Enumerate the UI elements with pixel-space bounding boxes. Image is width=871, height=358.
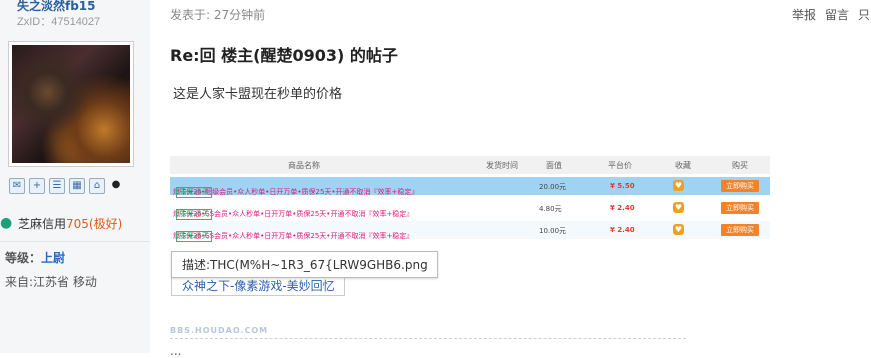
credit-label: 芝麻信用 <box>18 217 67 231</box>
header-favorite: 收藏 <box>675 161 691 170</box>
platform-price: ¥ 2.40 <box>610 226 635 234</box>
credit-score: ● 芝麻信用 705(极好) <box>0 215 122 232</box>
message-link[interactable]: 留言 <box>825 6 849 23</box>
image-tooltip: 描述:THC(M%H~1R3_67{LRW9GHB6.png <box>171 251 438 278</box>
favorite-icon[interactable]: ♥ <box>673 224 684 235</box>
post-time: 发表于: 27分钟前 <box>170 8 266 22</box>
buy-button[interactable]: 立即购买 <box>721 180 759 192</box>
header-face-value: 面值 <box>546 161 562 170</box>
level-label: 等级： <box>5 251 42 265</box>
warranty-tag: 质保25天 <box>176 209 212 220</box>
warranty-tag: 质保25天 <box>176 231 212 242</box>
table-row: 爆卡开通•SS会员•众人秒单•日开万单•质保25天•开通不取消『效率+稳定』 质保… <box>170 198 770 220</box>
buy-button[interactable]: 立即购买 <box>721 202 759 214</box>
platform-price: ¥ 2.40 <box>610 204 635 212</box>
user-tools: ✉ + ☰ ▦ ⌂ ● <box>9 178 123 194</box>
user-zxid: ZxID：47514027 <box>17 16 101 28</box>
price-table-image[interactable]: 商品名称 发货时间 面值 平台价 收藏 购买 爆卡开通•超级会员•众人秒单•日开… <box>170 152 770 242</box>
header-platform-price: 平台价 <box>608 161 632 170</box>
table-row: 爆卡开通•超级会员•众人秒单•日开万单•质保25天•开通不取消『效率+稳定』 质保… <box>170 176 770 198</box>
post-title: Re:回 楼主(醒楚0903) 的帖子 <box>170 46 398 65</box>
signature-divider <box>170 338 686 339</box>
username-link[interactable]: 失之淡然fb15 <box>17 0 96 14</box>
watermark: BBS.HOUDAO.COM <box>170 326 269 335</box>
gallery-icon[interactable]: ▦ <box>69 178 85 194</box>
divider <box>0 241 150 242</box>
header-buy: 购买 <box>732 161 748 170</box>
add-friend-icon[interactable]: + <box>29 178 45 194</box>
post-body: 这是人家卡盟现在秒单的价格 <box>173 87 343 102</box>
post-actions: 举报 留言 只 <box>792 6 870 23</box>
mail-icon[interactable]: ✉ <box>9 178 25 194</box>
table-row: 爆卡开通•SS会员•众人秒单•日开万单•质保25天•开通不取消『效率+稳定』 质保… <box>170 220 770 242</box>
qq-icon[interactable]: ● <box>109 178 123 192</box>
credit-value: 705(极好) <box>66 217 123 231</box>
ellipsis: ... <box>170 344 182 358</box>
warranty-tag: 质保25天 <box>176 187 212 198</box>
avatar[interactable] <box>12 45 130 163</box>
price-table-header: 商品名称 发货时间 面值 平台价 收藏 购买 <box>170 156 770 174</box>
profile-icon[interactable]: ☰ <box>49 178 65 194</box>
favorite-icon[interactable]: ♥ <box>673 202 684 213</box>
buy-button[interactable]: 立即购买 <box>721 224 759 236</box>
only-author-link[interactable]: 只 <box>858 6 870 23</box>
face-value: 20.00元 <box>539 183 567 191</box>
avatar-frame[interactable] <box>8 41 134 167</box>
header-ship-time: 发货时间 <box>486 161 518 170</box>
level-value[interactable]: 上尉 <box>41 251 65 265</box>
face-value: 4.80元 <box>539 205 562 213</box>
credit-icon: ● <box>0 215 13 231</box>
report-link[interactable]: 举报 <box>792 6 816 23</box>
user-panel: 失之淡然fb15 ZxID：47514027 ✉ + ☰ ▦ ⌂ ● ● 芝麻信… <box>0 0 150 353</box>
favorite-icon[interactable]: ♥ <box>673 180 684 191</box>
header-name: 商品名称 <box>288 161 320 170</box>
user-location: 来自:江苏省 移动 <box>5 275 97 289</box>
face-value: 10.00元 <box>539 227 567 235</box>
user-level: 等级：上尉 <box>5 249 65 266</box>
home-icon[interactable]: ⌂ <box>89 178 105 194</box>
platform-price: ¥ 5.50 <box>610 182 635 190</box>
